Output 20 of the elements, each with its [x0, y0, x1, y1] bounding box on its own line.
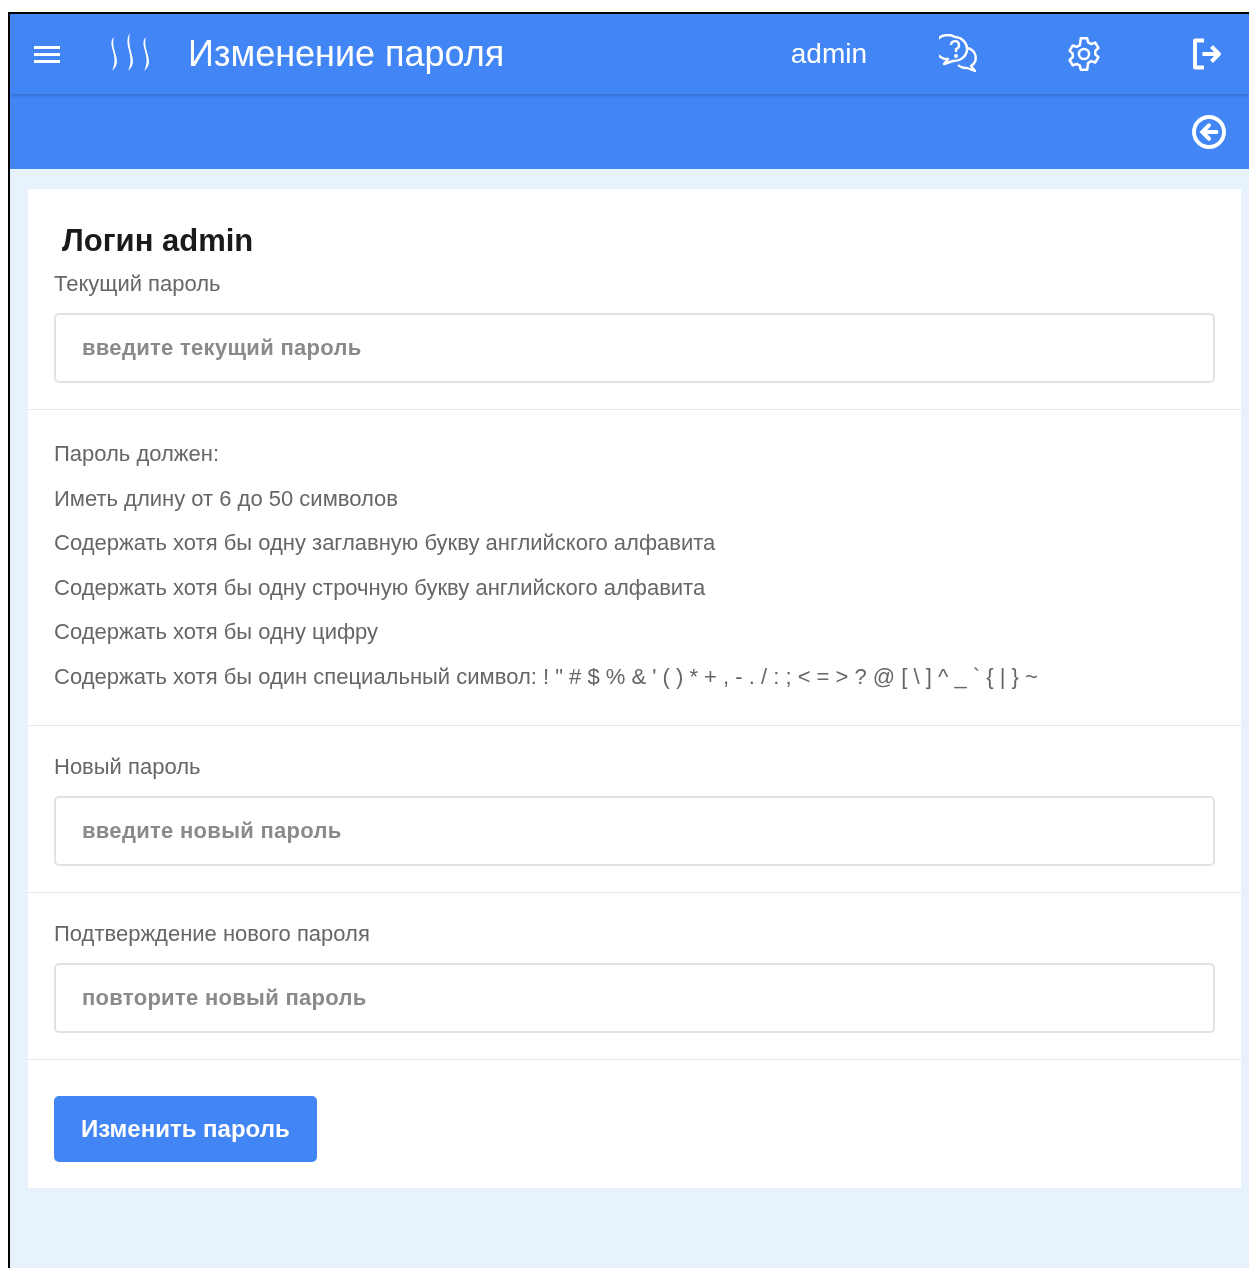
rule-text: Содержать хотя бы одну заглавную букву английского алфавита [54, 529, 717, 557]
help-chat-icon[interactable] [939, 34, 979, 74]
user-name: admin [790, 38, 867, 70]
new-password-field[interactable]: введите новый пароль [54, 796, 1215, 866]
confirm-password-field[interactable]: повторите новый пароль [54, 963, 1215, 1033]
current-password-field[interactable]: введите текущий пароль [54, 313, 1215, 383]
back-icon[interactable] [1191, 113, 1227, 150]
menu-icon[interactable] [34, 43, 60, 65]
settings-icon[interactable] [1065, 35, 1103, 73]
rule-text: Содержать хотя бы одну цифру [54, 618, 380, 646]
rule-text: Иметь длину от 6 до 50 символов [54, 484, 399, 513]
field-label: Подтверждение нового пароля [54, 921, 371, 947]
rules-title: Пароль должен: [54, 440, 221, 468]
field-label: Новый пароль [54, 754, 202, 780]
page-title: Изменение пароля [188, 33, 506, 75]
field-label: Текущий пароль [54, 271, 222, 297]
rule-text: Содержать хотя бы один специальный символ: ! " # $ % & ' ( ) * + , - . / : ; < = > ? @ [ \ ] ^ _ ` { | } ~ [54, 662, 1039, 691]
rule-text: Содержать хотя бы одну строчную букву английского алфавита [54, 573, 707, 602]
change-password-button[interactable]: Изменить пароль [54, 1096, 317, 1162]
login-heading: Логин admin [62, 223, 255, 259]
